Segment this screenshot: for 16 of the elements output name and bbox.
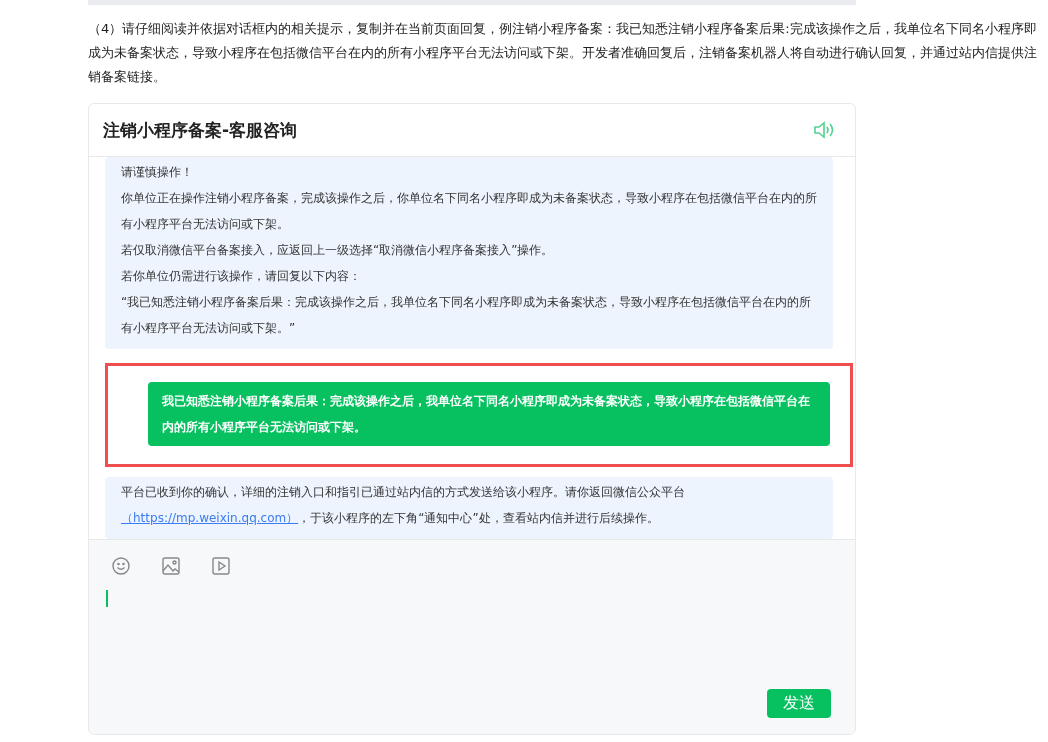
speaker-icon[interactable] <box>813 121 835 139</box>
text-cursor <box>106 590 108 607</box>
send-button[interactable]: 发送 <box>767 689 831 718</box>
instruction-text: （4）请仔细阅读并依据对话框内的相关提示，复制并在当前页面回复，例注销小程序备案：我已知悉注销小程序备案后果:完成该操作之后，我单位名下同名小程序即成为未备案状态，导致小程序在包括微信平台在内的所有小程序平台无法访问或下架。开发者准确回复后，注销备案机器人将自动进行确认回复，并通过站内信提供注销备案链接。 <box>88 20 1038 86</box>
dialog-title: 注销小程序备案-客服咨询 <box>103 118 298 142</box>
video-icon[interactable] <box>211 556 231 576</box>
user-message: 我已知悉注销小程序备案后果：完成该操作之后，我单位名下同名小程序即成为未备案状态，导致小程序在包括微信平台在内的所有小程序平台无法访问或下架。 <box>148 382 830 446</box>
image-icon[interactable] <box>161 556 181 576</box>
link[interactable]: （https://mp.weixin.qq.com） <box>121 511 299 525</box>
message-line: 若你单位仍需进行该操作，请回复以下内容： <box>121 268 362 285</box>
message-text: 平台已收到你的确认，详细的注销入口和指引已通过站内信的方式发送给该小程序。请你返回微信公众平台 （https://mp.weixin.qq.com），于该小程序的左下角“通知中心”处，查看站内信并进行后续操作。 <box>121 484 686 527</box>
message-line: “我已知悉注销小程序备案后果：完成该操作之后，我单位名下同名小程序即成为未备案状态，导致小程序在包括微信平台在内的所有小程序平台无法访问或下架。” <box>121 294 813 337</box>
message-line: 请谨慎操作！ <box>121 164 194 181</box>
message-line: 若仅取消微信平台备案接入，应返回上一级选择“取消微信小程序备案接入”操作。 <box>121 242 555 259</box>
emoji-icon[interactable] <box>111 556 131 576</box>
message-line: 你单位正在操作注销小程序备案，完成该操作之后，你单位名下同名小程序即成为未备案状态，导致小程序在包括微信平台在内的所有小程序平台无法访问或下架。 <box>121 190 817 233</box>
